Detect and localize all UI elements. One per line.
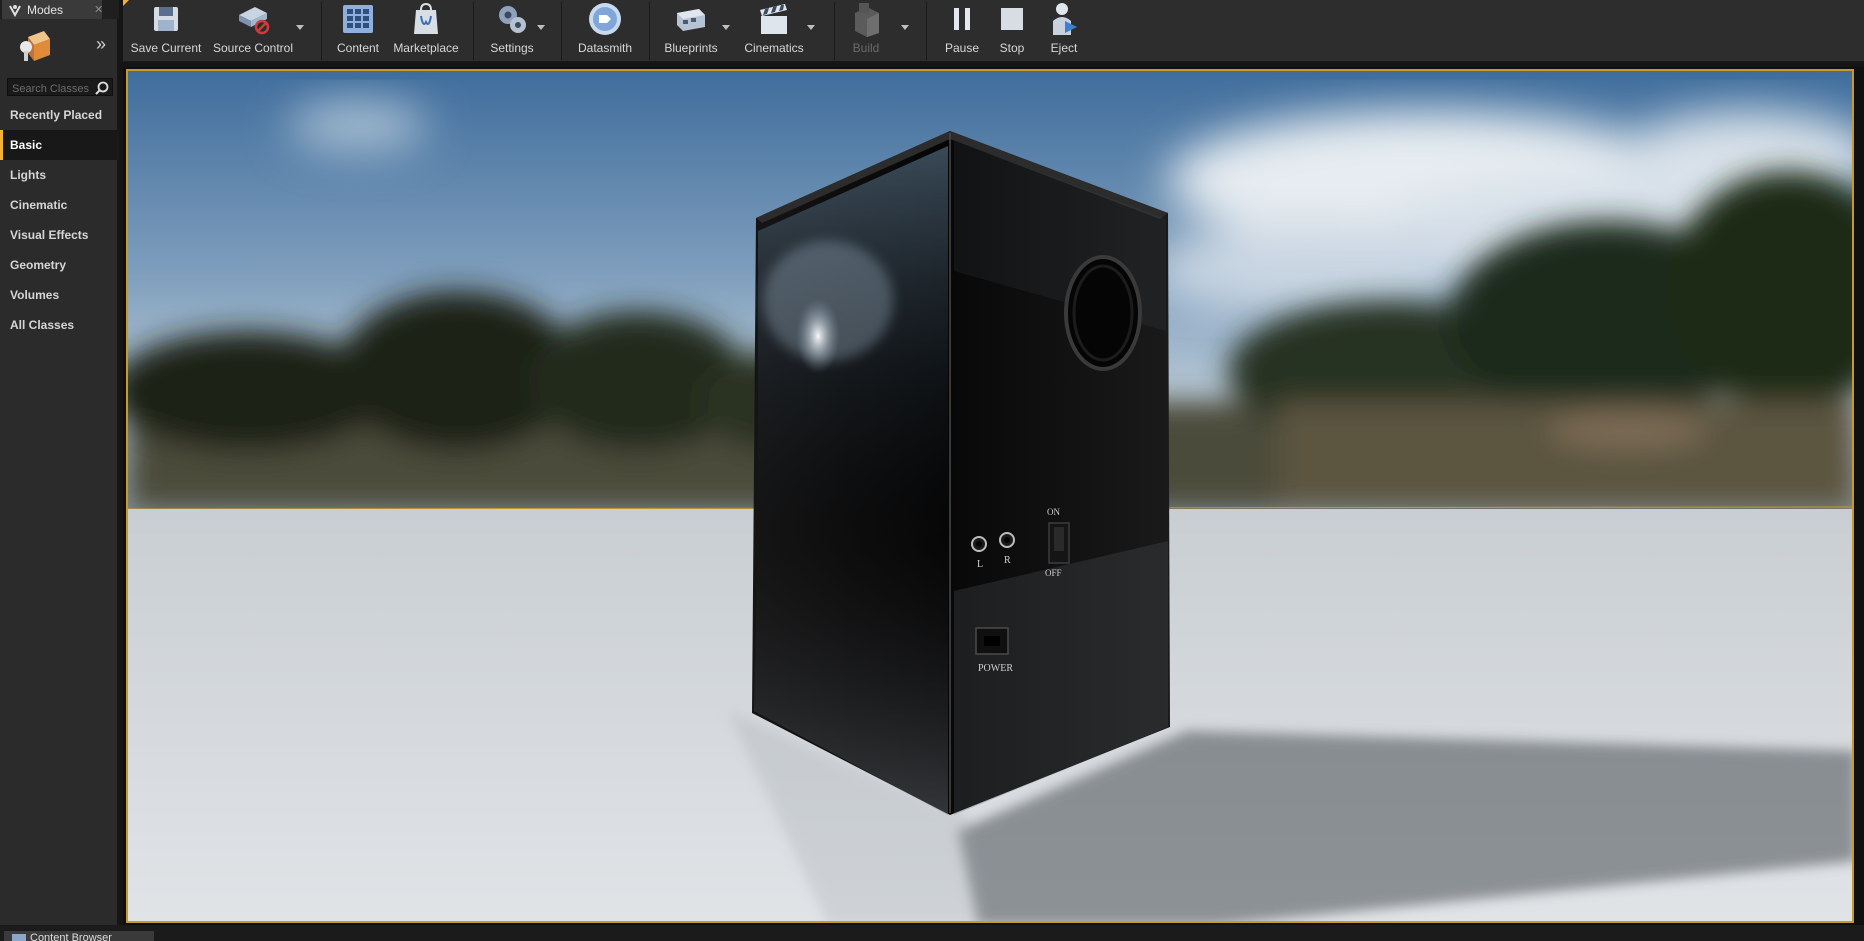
category-visual-effects[interactable]: Visual Effects: [0, 220, 119, 250]
placement-categories: Recently Placed Basic Lights Cinematic V…: [0, 100, 119, 340]
eject-icon: [1053, 3, 1077, 35]
save-icon: [154, 7, 178, 31]
save-current-button[interactable]: Save Current: [128, 0, 204, 60]
build-icon: [855, 3, 879, 37]
gear-icon: [499, 6, 526, 33]
level-viewport[interactable]: L R ON OFF POWER: [126, 69, 1854, 923]
toolbar-separator: [649, 2, 650, 60]
expand-chevron-icon[interactable]: »: [96, 35, 106, 53]
close-icon[interactable]: ✕: [94, 3, 103, 16]
place-mode-icon[interactable]: [14, 27, 54, 65]
cinematics-label: Cinematics: [744, 41, 804, 55]
datasmith-icon: [589, 3, 621, 35]
category-recently-placed[interactable]: Recently Placed: [0, 100, 119, 130]
switch-on-label: ON: [1047, 507, 1060, 517]
marketplace-icon: [414, 2, 438, 34]
build-dropdown-icon[interactable]: [901, 25, 909, 30]
power-label: POWER: [978, 663, 1013, 674]
pause-icon: [954, 8, 970, 30]
cinematics-button[interactable]: Cinematics: [740, 0, 808, 60]
datasmith-label: Datasmith: [577, 41, 633, 55]
jack-right-label: R: [1004, 555, 1011, 566]
bottom-tab-bar: [0, 925, 1864, 941]
speaker-model[interactable]: L R ON OFF POWER: [752, 131, 1170, 815]
blueprints-dropdown-icon[interactable]: [722, 25, 730, 30]
datasmith-button[interactable]: Datasmith: [572, 0, 638, 60]
content-browser-tab-label: Content Browser: [30, 932, 112, 941]
toolbar-separator: [834, 2, 835, 60]
source-control-label: Source Control: [212, 41, 294, 55]
content-label: Content: [336, 41, 380, 55]
stop-button[interactable]: Stop: [994, 0, 1030, 60]
pause-button[interactable]: Pause: [940, 0, 984, 60]
modes-tab-label: Modes: [27, 2, 64, 17]
settings-label: Settings: [490, 41, 534, 55]
marketplace-button[interactable]: Marketplace: [392, 0, 460, 60]
modes-icon: [9, 4, 21, 17]
blueprints-button[interactable]: Blueprints: [660, 0, 722, 60]
category-volumes[interactable]: Volumes: [0, 280, 119, 310]
modes-tab[interactable]: Modes: [2, 0, 102, 19]
search-classes-input[interactable]: [8, 81, 94, 97]
category-basic[interactable]: Basic: [0, 130, 119, 160]
build-button[interactable]: Build: [846, 0, 886, 60]
category-lights[interactable]: Lights: [0, 160, 119, 190]
settings-button[interactable]: Settings: [486, 0, 538, 60]
settings-dropdown-icon[interactable]: [537, 25, 545, 30]
stop-label: Stop: [999, 41, 1025, 55]
source-control-dropdown-icon[interactable]: [296, 25, 304, 30]
search-classes-box: [7, 78, 113, 97]
viewport-scene: L R ON OFF POWER: [128, 71, 1852, 921]
category-all-classes[interactable]: All Classes: [0, 310, 119, 340]
toolbar-separator: [321, 2, 322, 60]
source-control-icon: [239, 7, 270, 35]
content-browser-icon: [343, 5, 373, 33]
blueprints-label: Blueprints: [664, 41, 718, 55]
switch-off-label: OFF: [1045, 568, 1062, 578]
category-geometry[interactable]: Geometry: [0, 250, 119, 280]
jack-left-label: L: [977, 559, 983, 570]
toolbar-separator: [561, 2, 562, 60]
modes-panel: Modes ✕ » Recently Placed Basic Lights C…: [0, 0, 119, 925]
pause-label: Pause: [944, 41, 980, 55]
clapperboard-icon: [760, 4, 787, 34]
source-control-button[interactable]: Source Control: [212, 0, 294, 60]
content-button[interactable]: Content: [330, 0, 386, 60]
eject-label: Eject: [1050, 41, 1078, 55]
toolbar-separator: [473, 2, 474, 60]
toolbar-separator: [926, 2, 927, 60]
eject-button[interactable]: Eject: [1044, 0, 1084, 60]
cinematics-dropdown-icon[interactable]: [807, 25, 815, 30]
stop-icon: [1001, 8, 1023, 30]
build-label: Build: [852, 41, 880, 55]
search-icon[interactable]: [94, 80, 110, 96]
modes-tab-bar: Modes ✕: [0, 0, 119, 19]
category-cinematic[interactable]: Cinematic: [0, 190, 119, 220]
content-browser-tab[interactable]: Content Browser: [4, 931, 154, 941]
blueprints-icon: [677, 9, 705, 31]
save-current-label: Save Current: [130, 41, 202, 55]
content-browser-tab-icon: [12, 934, 26, 941]
marketplace-label: Marketplace: [393, 41, 459, 55]
